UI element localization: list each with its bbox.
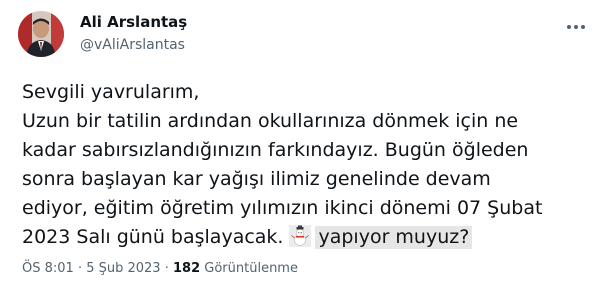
tweet-line: kadar sabırsızlandığınızın farkındayız. … — [22, 139, 529, 161]
tweet-line: Uzun bir tatilin ardından okullarınıza d… — [22, 110, 519, 132]
avatar[interactable] — [18, 11, 64, 57]
tweet-line: Sevgili yavrularım, — [22, 81, 200, 103]
meta-separator: · — [160, 261, 173, 276]
snowman-emoji-icon — [289, 225, 312, 247]
views-label: Görüntülenme — [200, 261, 298, 276]
tweet-line: ediyor, eğitim öğretim yılımızın ikinci … — [22, 197, 543, 219]
meta-separator: · — [73, 261, 87, 276]
tweet-meta: ÖS 8:01 · 5 Şub 2023 · 182 Görüntülenme — [22, 261, 298, 276]
dot — [567, 25, 571, 29]
tweet-line: sonra başlayan kar yağışı ilimiz genelin… — [22, 168, 491, 190]
dot — [574, 25, 578, 29]
tweet-date[interactable]: 5 Şub 2023 — [86, 261, 160, 276]
more-options-icon[interactable] — [563, 17, 589, 37]
highlighted-question: yapıyor muyuz? — [315, 226, 473, 249]
dot — [581, 25, 585, 29]
tweet-card: Ali Arslantaş @vAliArslantas Sevgili yav… — [0, 0, 605, 292]
tweet-time[interactable]: ÖS 8:01 — [22, 261, 74, 276]
tweet-text: Sevgili yavrularım, Uzun bir tatilin ard… — [22, 78, 597, 252]
avatar-image — [18, 11, 64, 57]
author-display-name[interactable]: Ali Arslantaş — [80, 13, 187, 31]
views-count: 182 — [173, 261, 201, 276]
author-handle[interactable]: @vAliArslantas — [80, 37, 185, 53]
tweet-line-text: 2023 Salı günü başlayacak. — [22, 226, 284, 248]
tweet-line-last: 2023 Salı günü başlayacak. yapıyor muyuz… — [22, 223, 597, 252]
